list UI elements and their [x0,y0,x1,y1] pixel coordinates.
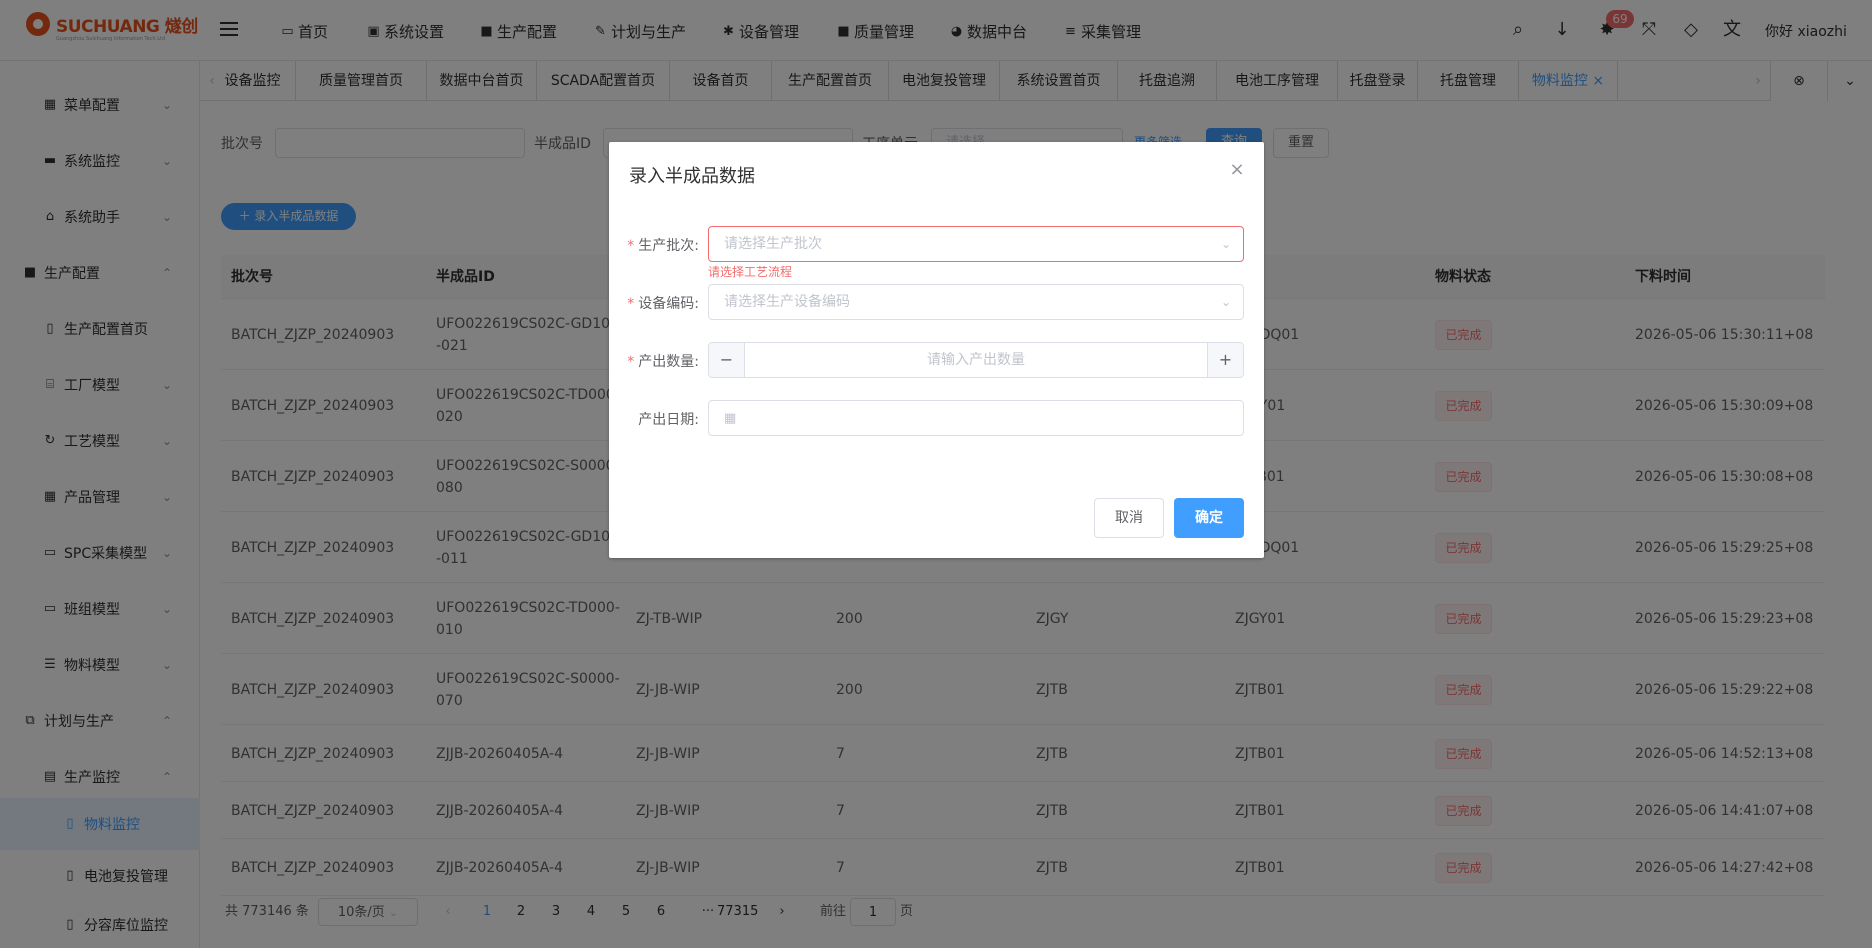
plus-icon[interactable]: + [1207,343,1243,377]
device-code-select[interactable]: 请选择生产设备编码 ⌄ [708,284,1244,320]
quantity-stepper: − 请输入产出数量 + [708,342,1244,378]
cancel-button[interactable]: 取消 [1094,498,1164,538]
dialog-title: 录入半成品数据 [629,166,755,187]
production-batch-select[interactable]: 请选择生产批次 ⌄ [708,226,1244,262]
add-semi-product-dialog: 录入半成品数据 × * 生产批次: 请选择生产批次 ⌄ 请选择工艺流程 * 设备编码:… [609,142,1264,558]
chevron-down-icon: ⌄ [1220,237,1231,251]
confirm-button[interactable]: 确定 [1174,498,1244,538]
qty-field-label: * 产出数量: [627,354,699,370]
chevron-down-icon: ⌄ [1220,295,1231,309]
calendar-icon: ▦ [724,411,737,426]
date-field-label: 产出日期: [638,412,699,428]
close-icon[interactable]: × [1227,160,1247,180]
minus-icon[interactable]: − [709,343,745,377]
output-date-picker[interactable]: ▦ [708,400,1244,436]
batch-field-label: * 生产批次: [627,238,699,254]
batch-error-message: 请选择工艺流程 [708,265,793,279]
device-field-label: * 设备编码: [627,296,699,312]
quantity-input[interactable]: 请输入产出数量 [927,352,1025,368]
